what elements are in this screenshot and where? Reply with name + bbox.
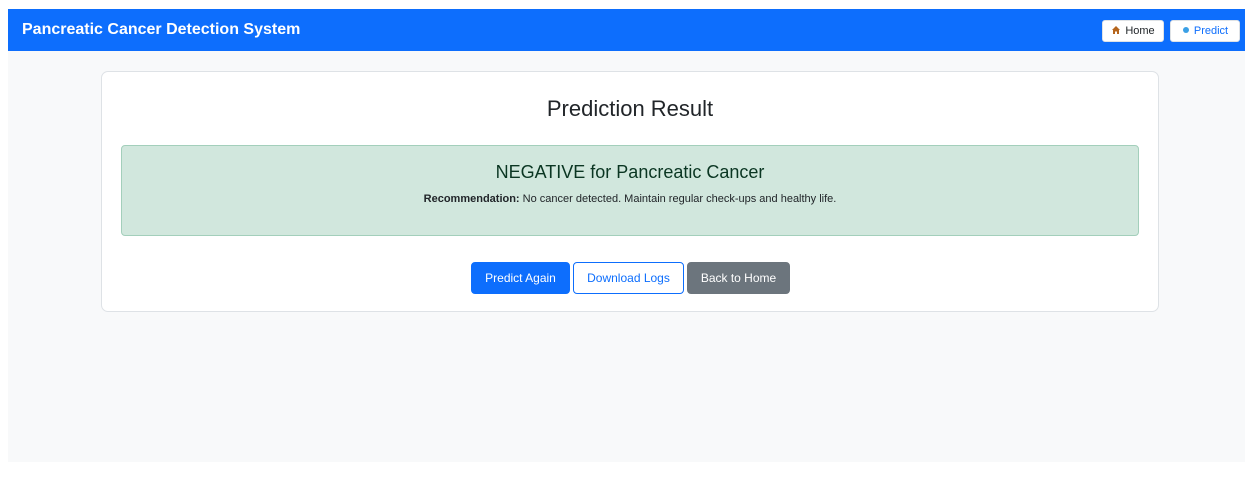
nav-predict-button[interactable]: Predict — [1170, 20, 1240, 42]
navbar: Pancreatic Cancer Detection System Home … — [8, 9, 1245, 51]
nav-predict-label: Predict — [1193, 25, 1229, 37]
recommendation-label: Recommendation: — [423, 193, 520, 205]
nav-home-label: Home — [1125, 25, 1155, 37]
recommendation-text: Recommendation: No cancer detected. Main… — [122, 193, 1138, 205]
result-alert: NEGATIVE for Pancreatic Cancer Recommend… — [121, 145, 1139, 236]
recommendation-value: No cancer detected. Maintain regular che… — [522, 193, 837, 205]
page-title: Prediction Result — [546, 96, 714, 121]
action-buttons: Predict Again Download Logs Back to Home — [102, 262, 1158, 294]
result-heading: NEGATIVE for Pancreatic Cancer — [495, 162, 765, 182]
nav-home-button[interactable]: Home — [1102, 20, 1164, 42]
navbar-brand[interactable]: Pancreatic Cancer Detection System — [22, 21, 300, 39]
back-to-home-button[interactable]: Back to Home — [687, 262, 790, 294]
dot-icon — [1182, 26, 1190, 37]
predict-again-button[interactable]: Predict Again — [471, 262, 570, 294]
page: Pancreatic Cancer Detection System Home … — [8, 9, 1245, 462]
download-logs-button[interactable]: Download Logs — [573, 262, 684, 294]
result-card: Prediction Result NEGATIVE for Pancreati… — [101, 71, 1159, 312]
house-icon — [1111, 25, 1121, 38]
